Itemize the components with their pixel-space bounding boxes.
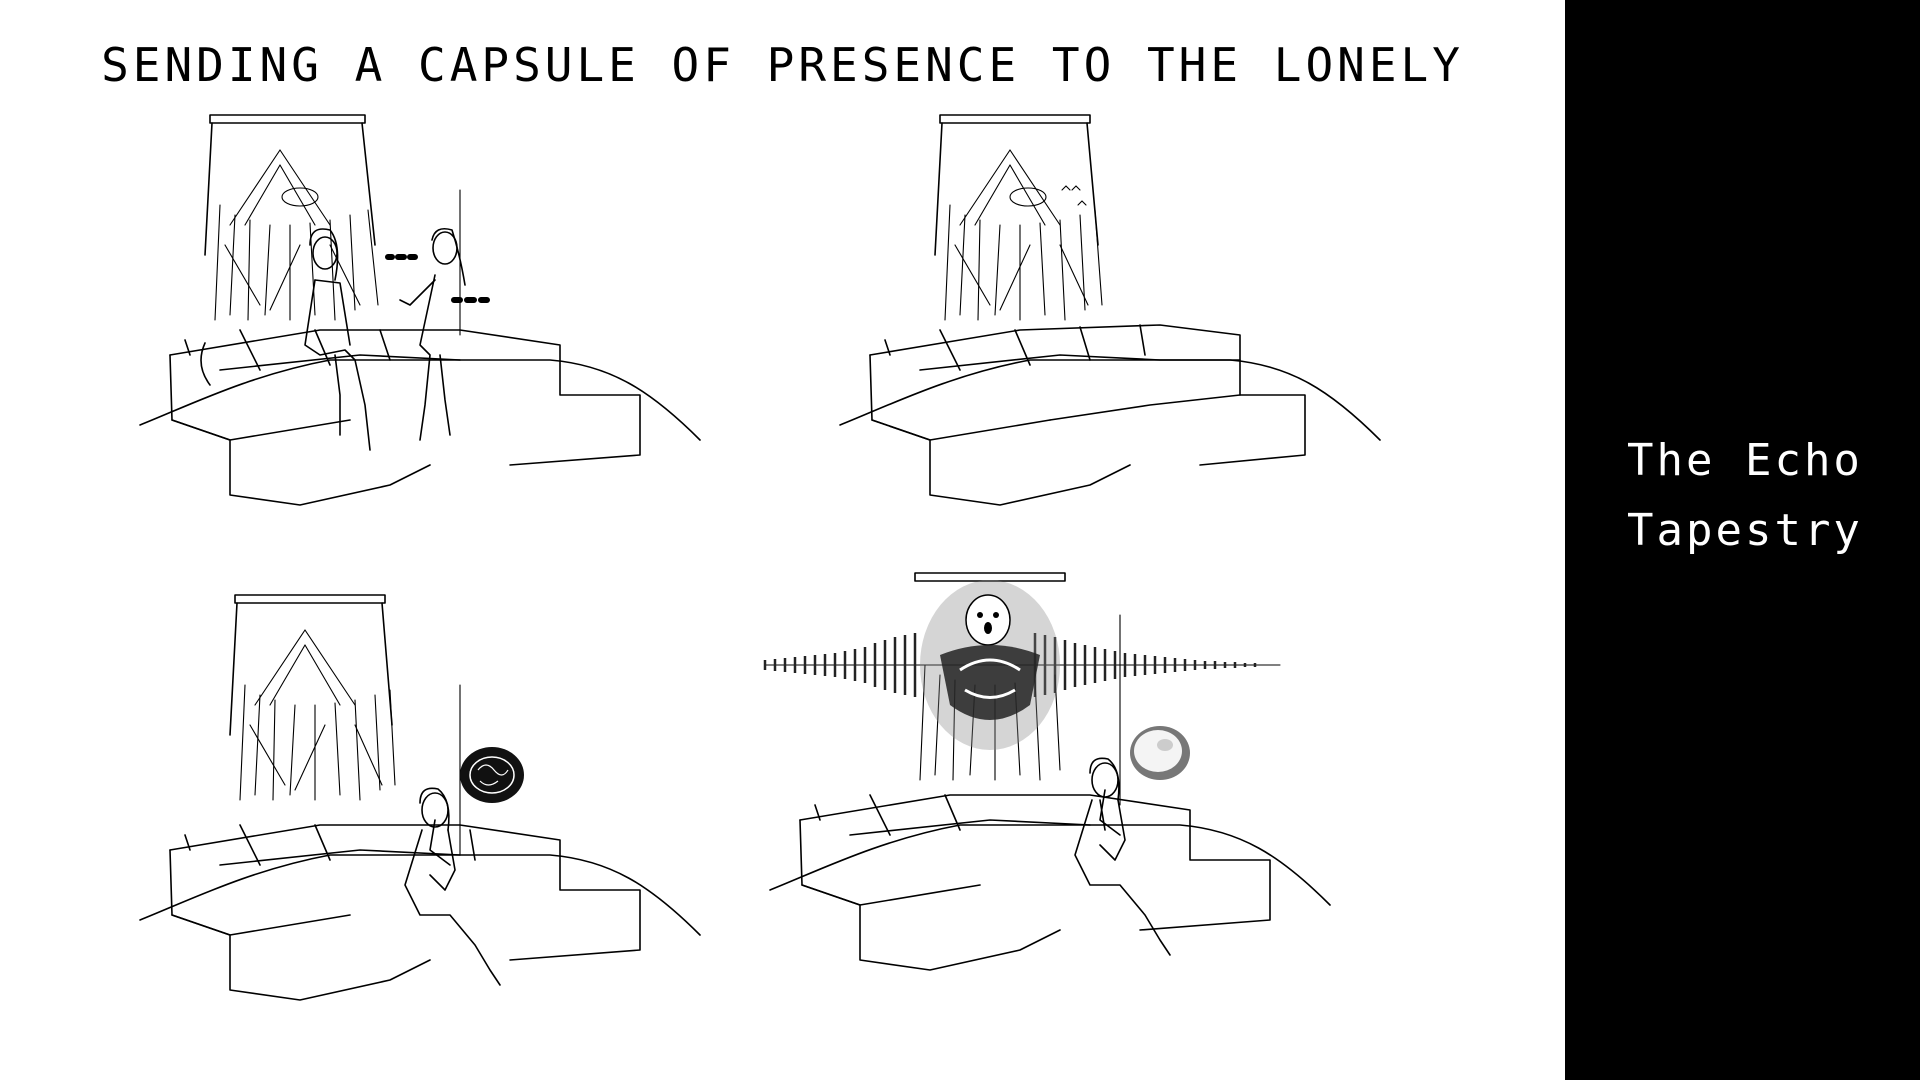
page-title: SENDING A CAPSULE OF PRESENCE TO THE LON…	[101, 38, 1464, 92]
echo-squiggle	[1061, 185, 1087, 206]
sofa	[839, 324, 1381, 506]
side-title-line1: The Echo	[1627, 435, 1863, 486]
sofa	[139, 824, 701, 1001]
eye-motif	[1009, 187, 1047, 207]
ghost-face	[965, 594, 1011, 646]
panel-tapestry-echo-light-capsule	[763, 572, 1331, 971]
tapestry	[204, 114, 379, 321]
illustration-canvas: SENDING A CAPSULE OF PRESENCE TO THE LON…	[0, 0, 1565, 1080]
panel-empty-sofa	[839, 114, 1381, 506]
person-right	[399, 227, 466, 441]
dark-capsule	[460, 747, 524, 803]
side-panel: The Echo Tapestry	[1565, 0, 1920, 1080]
person-sitting-alone	[1074, 757, 1171, 956]
tapestry	[229, 594, 396, 801]
speech-marks	[385, 254, 490, 303]
sofa	[769, 794, 1331, 971]
person-left	[304, 228, 371, 451]
person-sitting-alone	[404, 787, 501, 986]
tapestry	[934, 114, 1103, 321]
panel-lonely-person-dark-capsule	[139, 594, 701, 1001]
side-title-line2: Tapestry	[1627, 505, 1863, 556]
sofa	[139, 329, 701, 506]
tapestry	[914, 572, 1066, 781]
panel-two-people-talking	[139, 114, 701, 506]
eye-motif	[281, 187, 319, 207]
light-capsule	[1130, 726, 1190, 780]
